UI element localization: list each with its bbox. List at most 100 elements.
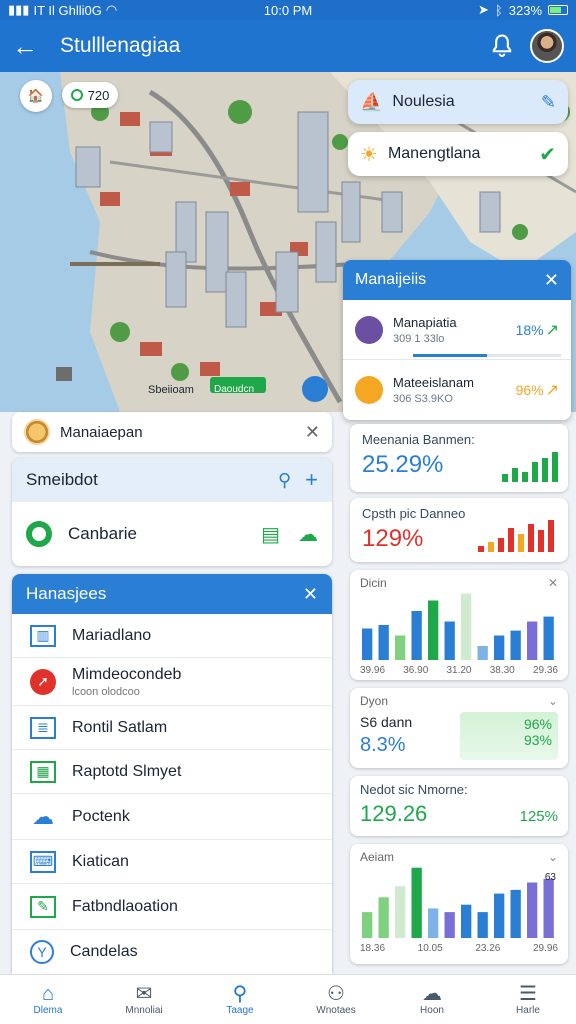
chart-label: Nedot sic Nmorne: <box>360 782 468 797</box>
menu-item-label: Raptotd Slmyet <box>72 762 182 780</box>
battery-icon <box>548 5 569 15</box>
chart-card[interactable]: Dicin ✕ 39.96 36.90 31.20 38.30 29.36 <box>350 570 568 680</box>
people-icon: ⚇ <box>327 983 345 1005</box>
chart-bar <box>494 635 505 660</box>
nav-item-cloud[interactable]: ☁ Hoon <box>384 975 480 1024</box>
stat-card[interactable]: Meenania Banmen: 25.29% <box>350 424 568 492</box>
map-label: Sbeiioam <box>148 384 194 396</box>
nav-item-home[interactable]: ⌂ Dlema <box>0 975 96 1024</box>
cloud-icon[interactable]: ☁ <box>298 522 318 547</box>
right-panel-row[interactable]: Manapiatia 309 1 33lo 18% ↗ <box>343 300 571 360</box>
form-icon: ≣ <box>30 716 56 739</box>
menu-item-label: Mimdeocondeb <box>72 665 182 683</box>
row-title: Manapiatia <box>393 314 457 330</box>
row-progress-bar <box>413 354 561 357</box>
row-title: Mateeislanam <box>393 375 474 390</box>
info-strip[interactable]: Manaiaepan ✕ <box>12 412 332 452</box>
back-arrow-icon[interactable]: ← <box>12 31 48 62</box>
menu-item-label: Rontil Satlam <box>72 718 168 736</box>
wifi-icon: ◠ <box>105 2 118 17</box>
chart-bar <box>510 630 521 660</box>
menu-item-label: Fatbndlaoation <box>72 897 178 915</box>
search-card-title: Smeibdot <box>26 470 98 489</box>
menu-item-sub: lcoon olodcoo <box>72 685 140 698</box>
stat-card[interactable]: Cpsth pic Danneo 129% <box>350 498 568 562</box>
badge-dot-icon <box>70 89 83 101</box>
chart-bar <box>461 904 472 938</box>
home-pin-icon[interactable]: 🏠 <box>20 80 52 112</box>
close-icon[interactable]: ✕ <box>544 270 559 291</box>
chart-value-right: 125% <box>519 808 558 825</box>
bell-icon[interactable] <box>488 32 516 60</box>
right-panel-title: Manaijeiis <box>355 271 427 288</box>
cloud-icon: ☁ <box>32 803 54 829</box>
close-icon[interactable]: ✕ <box>305 422 320 443</box>
nav-item-search[interactable]: ⚲ Taage <box>192 975 288 1024</box>
search-icon[interactable]: ⚲ <box>278 470 291 491</box>
chart-icon: ▥ <box>30 624 56 647</box>
chart-bar <box>444 912 455 938</box>
menu-item-label: Poctenk <box>72 807 130 825</box>
avatar[interactable] <box>530 29 564 63</box>
document-icon[interactable]: ▤ <box>261 522 280 547</box>
row-value: 18% <box>515 321 544 338</box>
floating-card[interactable]: ☀ Manengtlana ✔ <box>348 132 568 176</box>
chart-label: Dicin <box>360 576 387 590</box>
chart-bar <box>411 611 422 660</box>
menu-item[interactable]: ➚ Mimdeocondeb lcoon olodcoo <box>12 658 332 706</box>
chart-bar <box>510 889 521 938</box>
sun-icon: ☀ <box>360 143 378 166</box>
menu-item[interactable]: Y Candelas <box>12 930 332 974</box>
menu-item[interactable]: ≣ Rontil Satlam <box>12 706 332 750</box>
nav-item-mail[interactable]: ✉ Mnnoliai <box>96 975 192 1024</box>
chart-card[interactable]: Dyon ⌄ S6 dann 8.3% 96% 93% <box>350 688 568 768</box>
right-panel-row[interactable]: Mateeislanam 306 S3.9KO 96% ↗ <box>343 360 571 420</box>
nav-label: Mnnoliai <box>125 1005 163 1016</box>
nav-label: Taage <box>226 1005 254 1016</box>
menu-item-label: Mariadlano <box>72 626 152 644</box>
battery-percent: 323% <box>508 2 543 18</box>
map-badge[interactable]: 720 <box>62 82 118 108</box>
edit-icon[interactable]: ✎ <box>541 92 556 113</box>
chart-card[interactable]: Nedot sic Nmorne: 129.26 125% <box>350 776 568 836</box>
chart-bar <box>543 878 554 938</box>
chevron-down-icon[interactable]: ⌄ <box>548 694 558 708</box>
chart-card[interactable]: Aeiam ⌄ 63 18.36 10.05 23.26 29.96 <box>350 844 568 964</box>
search-card: Smeibdot ⚲ + Canbarie ▤ ☁ <box>12 458 332 566</box>
floating-card[interactable]: ⛵ Noulesia ✎ <box>348 80 568 124</box>
floating-card-label: Manengtlana <box>387 145 481 162</box>
coin-icon <box>24 419 50 445</box>
bar-chart <box>362 867 554 938</box>
menu-item[interactable]: ▦ Raptotd Slmyet <box>12 750 332 794</box>
nav-label: Wnotaes <box>316 1005 356 1016</box>
chart-bar <box>395 886 406 938</box>
chart-bar <box>477 912 488 938</box>
add-icon[interactable]: + <box>305 467 318 493</box>
tick-label: 29.36 <box>532 665 558 676</box>
search-card-item[interactable]: Canbarie ▤ ☁ <box>12 502 332 566</box>
menu-item[interactable]: ✎ Fatbndlaoation <box>12 884 332 930</box>
badge-value: 96% <box>523 716 552 732</box>
boat-icon: ⛵ <box>360 91 383 112</box>
floating-card-label: Noulesia <box>392 93 455 110</box>
app-bar: ← Stulllenagiaa <box>0 20 576 72</box>
search-icon: ⚲ <box>232 983 248 1005</box>
menu-item[interactable]: ▥ Mariadlano <box>12 614 332 658</box>
tick-label: 29.96 <box>532 943 558 954</box>
menu-item[interactable]: ☁ Poctenk <box>12 794 332 840</box>
check-icon[interactable]: ✔ <box>539 142 556 167</box>
chevron-down-icon[interactable]: ⌄ <box>548 850 558 864</box>
nav-item-people[interactable]: ⚇ Wnotaes <box>288 975 384 1024</box>
nav-item-menu[interactable]: ☰ Harle <box>480 975 576 1024</box>
close-icon[interactable]: ✕ <box>548 576 558 590</box>
percent-badge: 96% 93% <box>460 712 558 760</box>
close-icon[interactable]: ✕ <box>303 584 318 605</box>
chart-bar <box>378 625 389 660</box>
corner-value: 63 <box>544 872 556 883</box>
tick-label: 18.36 <box>360 943 386 954</box>
chart-bar <box>494 893 505 938</box>
chart-bar <box>428 600 439 660</box>
stat-label: Cpsth pic Danneo <box>362 506 466 521</box>
menu-item-label: Candelas <box>70 943 138 960</box>
menu-item[interactable]: ⌨ Kiatican <box>12 840 332 884</box>
